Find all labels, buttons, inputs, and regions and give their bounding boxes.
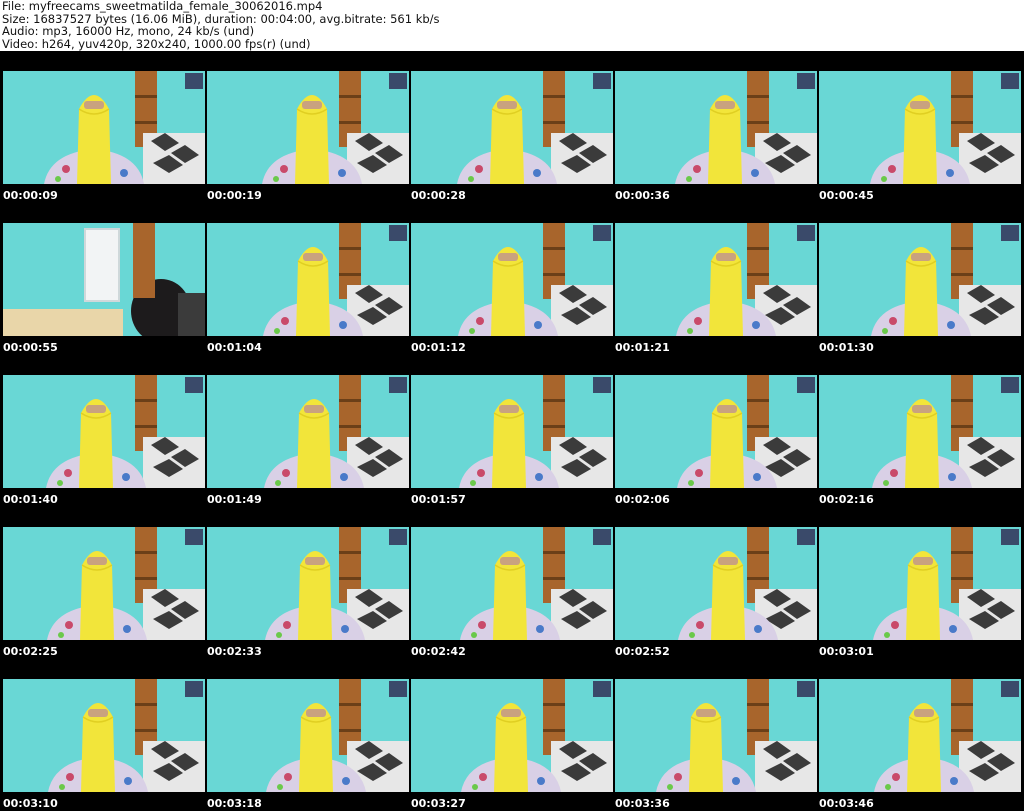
thumbnail-timestamp: 00:03:27 — [411, 797, 466, 810]
video-thumbnail: 00:02:33 — [204, 507, 409, 659]
thumbnail-timestamp: 00:02:42 — [411, 645, 466, 658]
thumbnail-frame — [615, 223, 817, 336]
thumbnail-timestamp: 00:02:16 — [819, 493, 874, 506]
thumbnail-frame — [411, 679, 613, 792]
thumbnail-frame — [207, 71, 409, 184]
video-thumbnail: 00:01:30 — [816, 203, 1021, 355]
thumbnail-timestamp: 00:02:33 — [207, 645, 262, 658]
thumbnail-timestamp: 00:01:40 — [3, 493, 58, 506]
thumbnail-frame — [615, 375, 817, 488]
thumbnail-frame — [411, 375, 613, 488]
video-thumbnail: 00:01:40 — [0, 355, 205, 507]
thumbnail-frame — [3, 223, 205, 336]
thumbnail-timestamp: 00:00:28 — [411, 189, 466, 202]
video-thumbnail: 00:00:09 — [0, 51, 205, 203]
video-info-line: Video: h264, yuv420p, 320x240, 1000.00 f… — [2, 36, 311, 51]
thumbnail-frame — [207, 679, 409, 792]
thumbnail-grid: 00:00:09 00:00:19 00:00:28 00:00:36 00:00:45… — [0, 51, 1024, 811]
video-thumbnail: 00:03:01 — [816, 507, 1021, 659]
video-thumbnail: 00:03:27 — [408, 659, 613, 811]
thumbnail-frame — [3, 679, 205, 792]
video-thumbnail: 00:02:06 — [612, 355, 817, 507]
thumbnail-timestamp: 00:03:18 — [207, 797, 262, 810]
audio-info-line: Audio: mp3, 16000 Hz, mono, 24 kb/s (und… — [2, 24, 255, 38]
thumbnail-timestamp: 00:00:55 — [3, 341, 58, 354]
video-thumbnail: 00:01:12 — [408, 203, 613, 355]
thumbnail-frame — [207, 223, 409, 336]
thumbnail-frame — [615, 679, 817, 792]
video-thumbnail: 00:01:57 — [408, 355, 613, 507]
thumbnail-timestamp: 00:03:36 — [615, 797, 670, 810]
thumbnail-timestamp: 00:00:45 — [819, 189, 874, 202]
thumbnail-timestamp: 00:00:19 — [207, 189, 262, 202]
thumbnail-timestamp: 00:00:36 — [615, 189, 670, 202]
video-thumbnail: 00:03:36 — [612, 659, 817, 811]
video-thumbnail: 00:02:25 — [0, 507, 205, 659]
thumbnail-frame — [615, 71, 817, 184]
file-name-line: File: myfreecams_sweetmatilda_female_300… — [2, 0, 323, 13]
thumbnail-frame — [819, 223, 1021, 336]
thumbnail-timestamp: 00:03:10 — [3, 797, 58, 810]
thumbnail-timestamp: 00:01:12 — [411, 341, 466, 354]
video-thumbnail: 00:03:46 — [816, 659, 1021, 811]
thumbnail-timestamp: 00:03:01 — [819, 645, 874, 658]
thumbnail-frame — [615, 527, 817, 640]
thumbnail-frame — [3, 527, 205, 640]
thumbnail-timestamp: 00:03:46 — [819, 797, 874, 810]
thumbnail-frame — [207, 527, 409, 640]
thumbnail-timestamp: 00:02:52 — [615, 645, 670, 658]
video-thumbnail: 00:00:28 — [408, 51, 613, 203]
video-thumbnail: 00:00:45 — [816, 51, 1021, 203]
video-thumbnail: 00:00:36 — [612, 51, 817, 203]
thumbnail-frame — [411, 223, 613, 336]
thumbnail-timestamp: 00:00:09 — [3, 189, 58, 202]
video-thumbnail: 00:03:10 — [0, 659, 205, 811]
thumbnail-timestamp: 00:01:57 — [411, 493, 466, 506]
thumbnail-timestamp: 00:01:21 — [615, 341, 670, 354]
thumbnail-frame — [3, 375, 205, 488]
video-thumbnail: 00:01:49 — [204, 355, 409, 507]
video-thumbnail: 00:01:04 — [204, 203, 409, 355]
thumbnail-timestamp: 00:01:49 — [207, 493, 262, 506]
thumbnail-frame — [819, 71, 1021, 184]
thumbnail-frame — [819, 375, 1021, 488]
thumbnail-timestamp: 00:02:25 — [3, 645, 58, 658]
thumbnail-frame — [819, 527, 1021, 640]
thumbnail-frame — [819, 679, 1021, 792]
thumbnail-frame — [3, 71, 205, 184]
video-thumbnail: 00:02:16 — [816, 355, 1021, 507]
thumbnail-frame — [411, 527, 613, 640]
thumbnail-frame — [207, 375, 409, 488]
video-thumbnail: 00:02:52 — [612, 507, 817, 659]
video-thumbnail: 00:00:19 — [204, 51, 409, 203]
video-thumbnail: 00:01:21 — [612, 203, 817, 355]
video-thumbnail: 00:03:18 — [204, 659, 409, 811]
video-thumbnail: 00:00:55 — [0, 203, 205, 355]
thumbnail-timestamp: 00:01:04 — [207, 341, 262, 354]
thumbnail-timestamp: 00:01:30 — [819, 341, 874, 354]
video-thumbnail: 00:02:42 — [408, 507, 613, 659]
file-info-header: File: myfreecams_sweetmatilda_female_300… — [0, 0, 1024, 51]
thumbnail-timestamp: 00:02:06 — [615, 493, 670, 506]
thumbnail-frame — [411, 71, 613, 184]
